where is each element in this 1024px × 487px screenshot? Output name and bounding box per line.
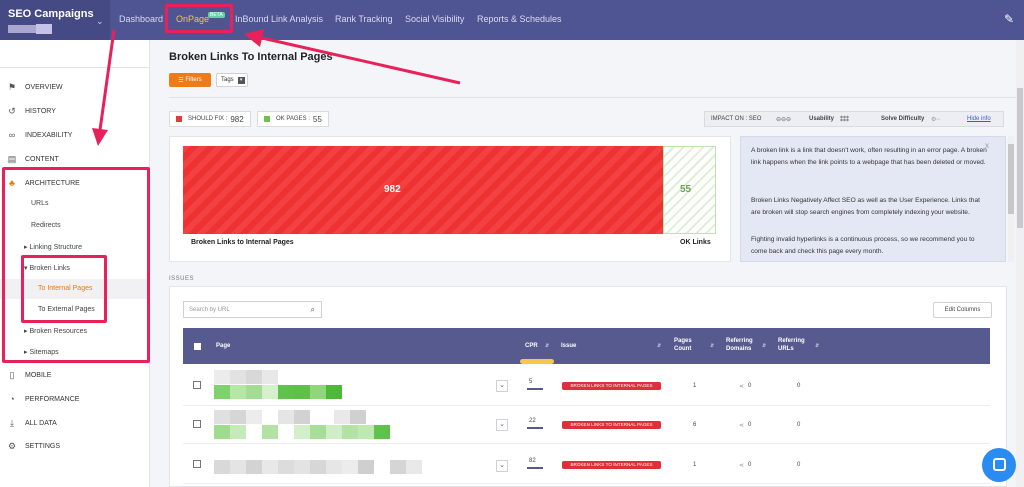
arrow-to-onpage xyxy=(244,29,461,85)
annotation-arrows xyxy=(92,29,461,146)
arrow-to-architecture xyxy=(92,29,116,146)
